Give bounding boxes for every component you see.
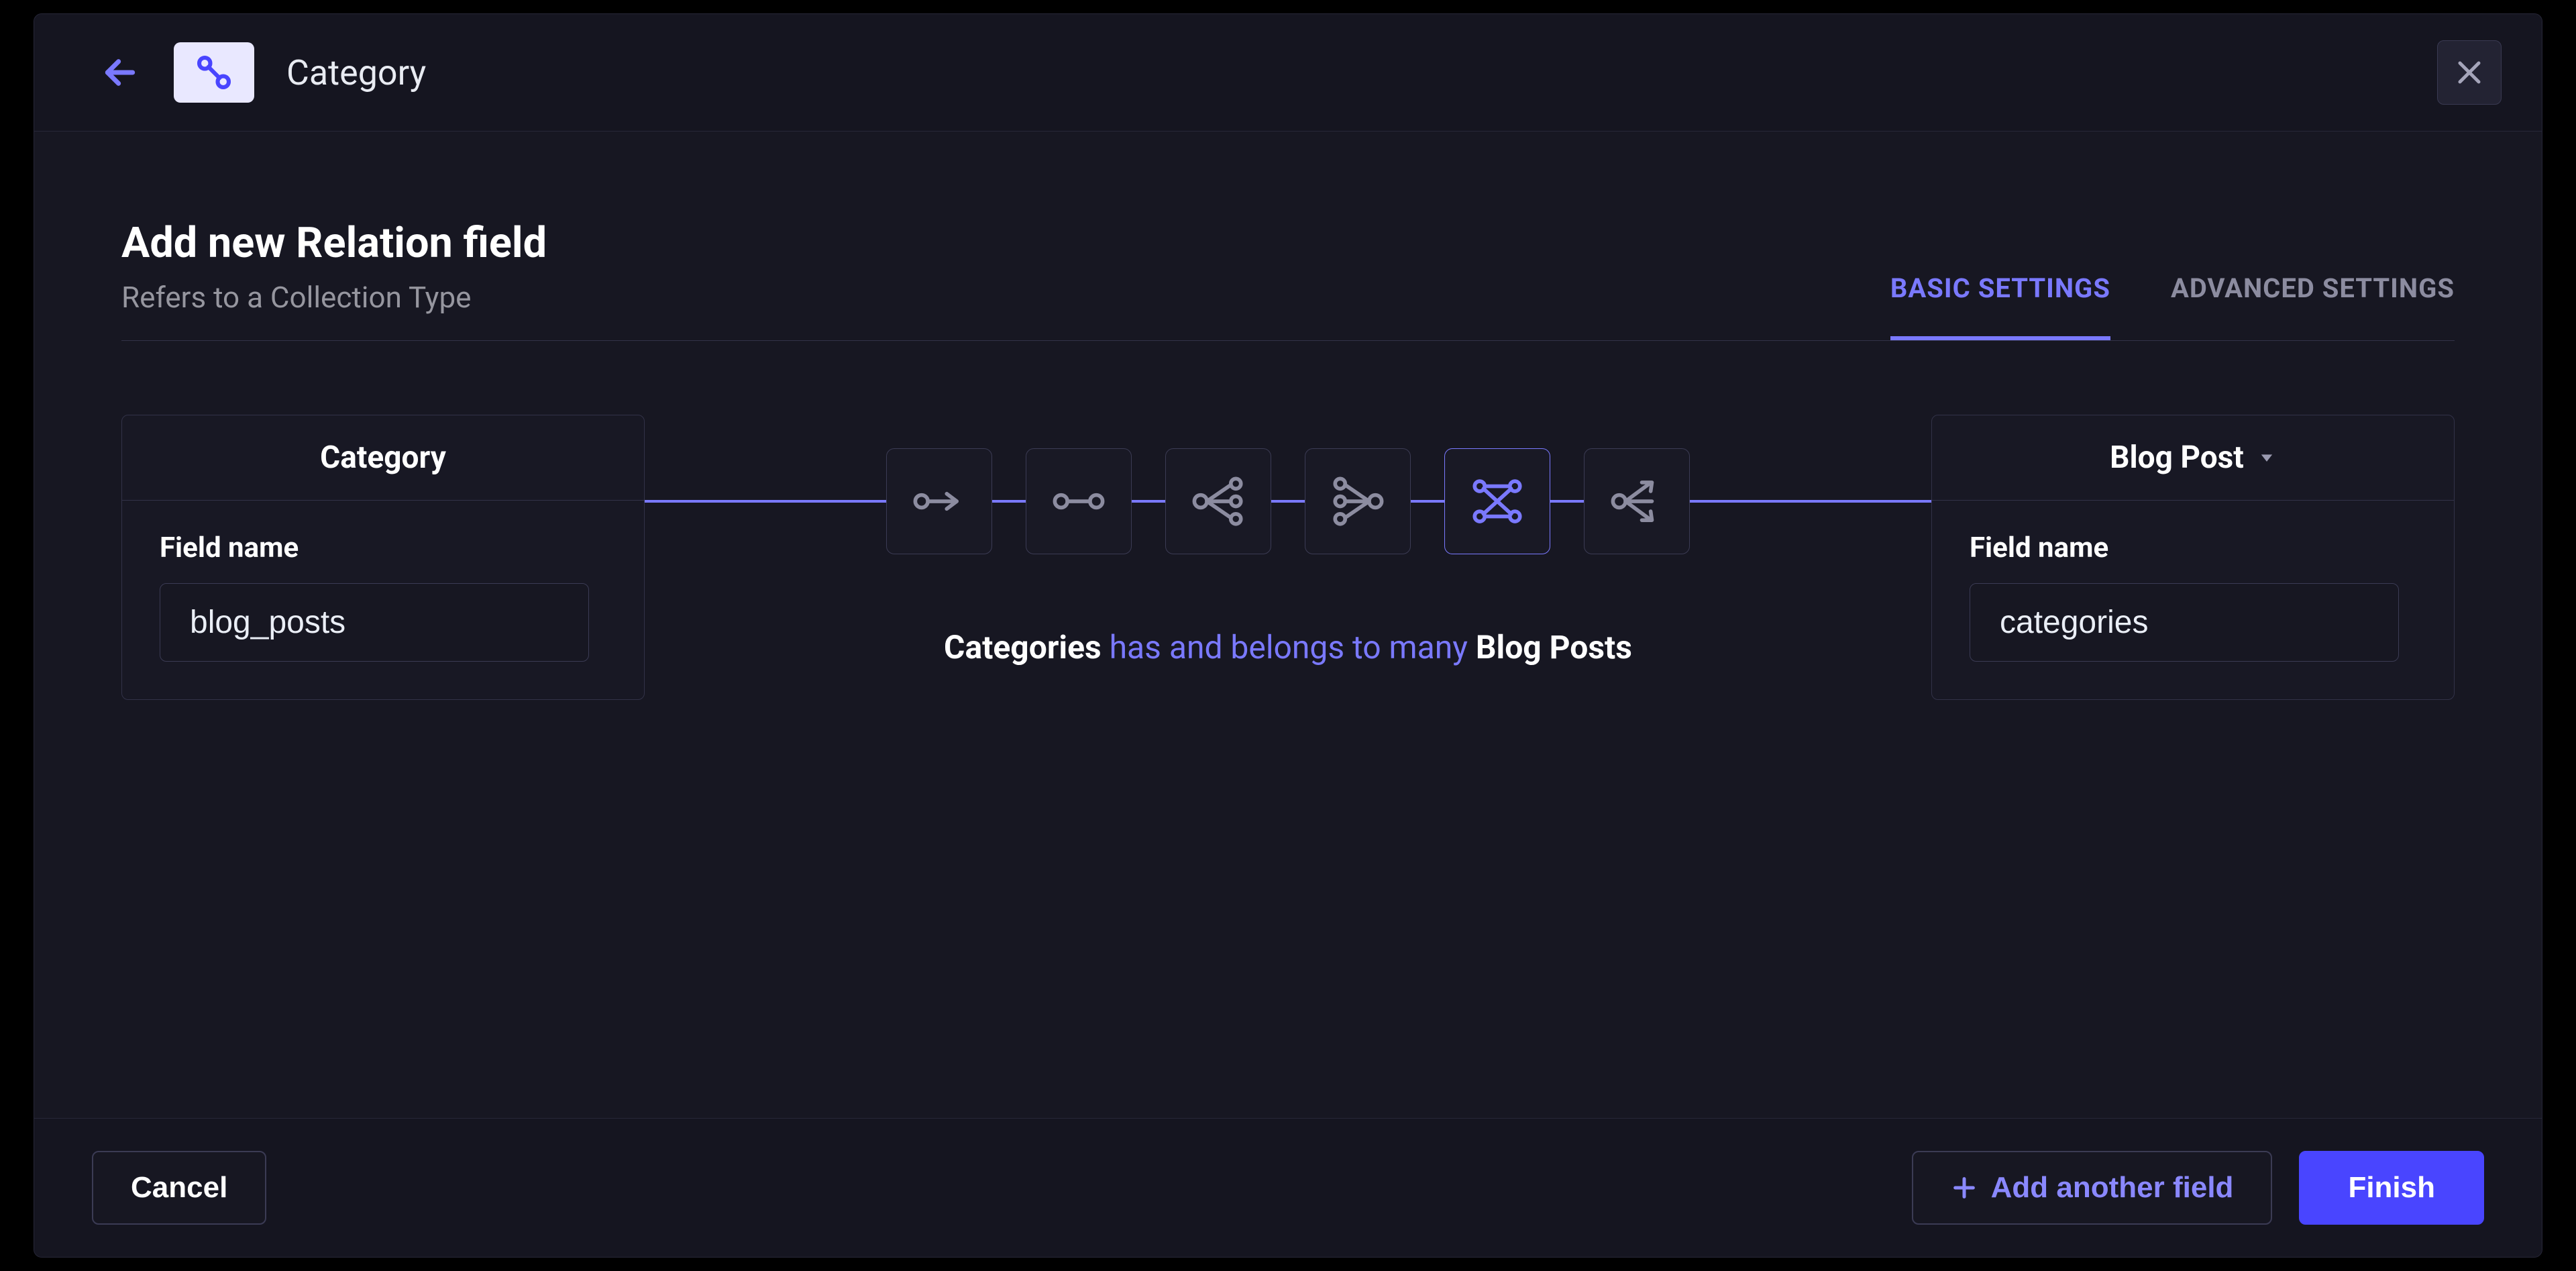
- finish-button[interactable]: Finish: [2299, 1151, 2484, 1225]
- relation-sentence: Categories has and belongs to many Blog …: [944, 628, 1632, 666]
- modal-header: Category: [34, 14, 2542, 132]
- source-field-name-input[interactable]: [160, 583, 589, 662]
- relation-one-to-many-button[interactable]: [1165, 448, 1271, 554]
- source-collection-name: Category: [320, 440, 446, 476]
- relation-one-to-one-button[interactable]: [1026, 448, 1132, 554]
- header-title: Category: [286, 52, 426, 93]
- relation-line: [645, 448, 1931, 554]
- relation-one-way-button[interactable]: [886, 448, 992, 554]
- source-field-label: Field name: [160, 531, 606, 564]
- many-way-icon: [1607, 471, 1667, 531]
- field-type-chip: [174, 42, 254, 103]
- modal-footer: Cancel Add another field Finish: [34, 1118, 2542, 1257]
- many-to-one-icon: [1328, 471, 1388, 531]
- page-title: Add new Relation field: [121, 219, 547, 268]
- add-another-field-button[interactable]: Add another field: [1912, 1151, 2273, 1225]
- source-collection-header: Category: [122, 415, 644, 501]
- relation-icon: [192, 50, 236, 95]
- close-icon: [2453, 56, 2485, 89]
- tab-advanced-settings[interactable]: ADVANCED SETTINGS: [2171, 247, 2455, 340]
- target-collection-name: Blog Post: [2110, 440, 2244, 476]
- relation-field-modal: Category Add new Relation field Refers t…: [34, 13, 2542, 1258]
- target-collection-select[interactable]: Blog Post: [1932, 415, 2454, 501]
- target-field-label: Field name: [1970, 531, 2416, 564]
- relation-phrase: has and belongs to many: [1110, 628, 1476, 666]
- target-field-name-input[interactable]: [1970, 583, 2399, 662]
- plus-icon: [1951, 1174, 1978, 1201]
- settings-tabs: BASIC SETTINGS ADVANCED SETTINGS: [1890, 247, 2455, 340]
- relation-many-to-one-button[interactable]: [1305, 448, 1411, 554]
- body-header-row: Add new Relation field Refers to a Colle…: [121, 219, 2455, 341]
- many-to-many-icon: [1467, 471, 1527, 531]
- cancel-button[interactable]: Cancel: [92, 1151, 266, 1225]
- relation-object: Blog Posts: [1476, 628, 1632, 666]
- chevron-down-icon: [2257, 448, 2276, 467]
- relation-row: Category Field name: [121, 415, 2455, 700]
- close-button[interactable]: [2437, 40, 2502, 105]
- relation-many-way-button[interactable]: [1584, 448, 1690, 554]
- target-collection-card: Blog Post Field name: [1931, 415, 2455, 700]
- tab-basic-settings[interactable]: BASIC SETTINGS: [1890, 247, 2110, 340]
- back-button[interactable]: [99, 51, 142, 94]
- page-subtitle: Refers to a Collection Type: [121, 280, 547, 315]
- add-another-field-label: Add another field: [1991, 1171, 2234, 1205]
- modal-body: Add new Relation field Refers to a Colle…: [34, 132, 2542, 1118]
- one-to-one-icon: [1049, 471, 1109, 531]
- title-block: Add new Relation field Refers to a Colle…: [121, 219, 547, 340]
- source-collection-card: Category Field name: [121, 415, 645, 700]
- arrow-left-icon: [101, 54, 139, 91]
- relation-center: Categories has and belongs to many Blog …: [645, 415, 1931, 700]
- one-to-many-icon: [1188, 471, 1248, 531]
- relation-many-to-many-button[interactable]: [1444, 448, 1550, 554]
- one-way-icon: [909, 471, 969, 531]
- relation-type-buttons: [886, 448, 1690, 554]
- relation-subject: Categories: [944, 628, 1110, 666]
